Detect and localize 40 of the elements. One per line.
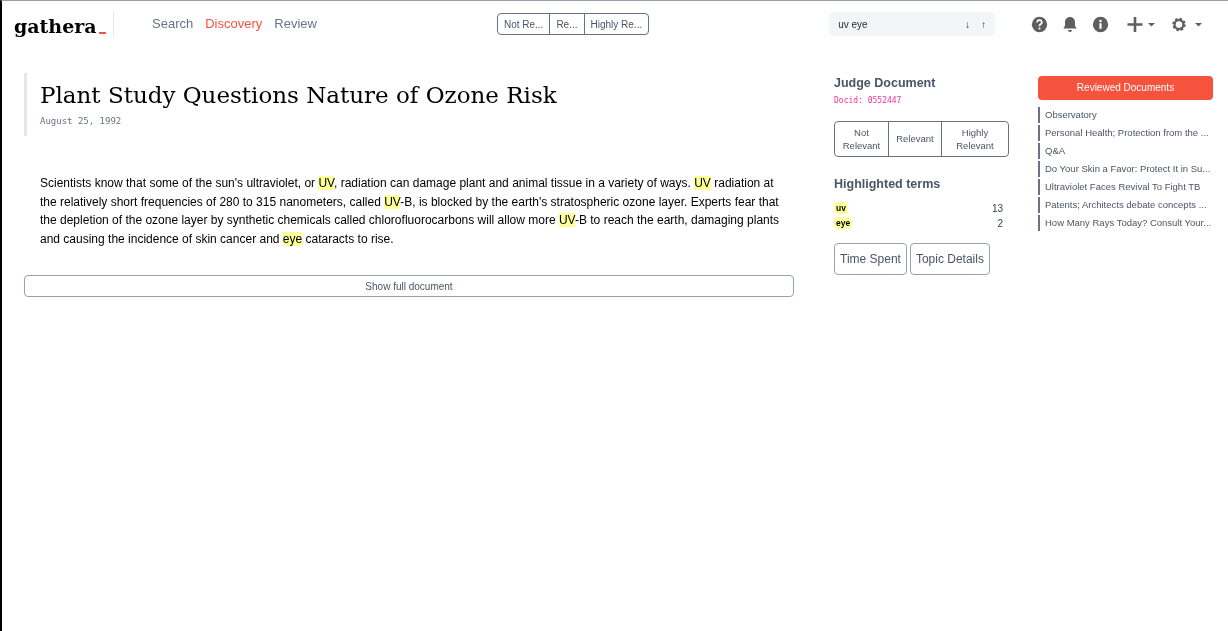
reviewed-document-link[interactable]: Ultraviolet Faces Revival To Fight TB <box>1038 178 1213 195</box>
document-id: Docid: 0552447 <box>834 94 903 107</box>
highlighted-terms-heading: Highlighted terms <box>834 175 942 193</box>
reviewed-document-link[interactable]: Observatory <box>1038 106 1213 123</box>
nav-link[interactable]: Review <box>274 14 317 34</box>
next-match-button[interactable]: ↑ <box>981 16 987 32</box>
nav-link[interactable]: Discovery <box>205 14 263 34</box>
nav-link[interactable]: Search <box>152 14 194 34</box>
judgment-button[interactable]: Highly Re... <box>583 14 649 34</box>
help-icon[interactable] <box>1031 15 1049 33</box>
bell-icon[interactable] <box>1062 15 1079 33</box>
relevance-button[interactable]: Not Relevant <box>835 121 888 156</box>
panel-button[interactable]: Time Spent <box>834 242 907 275</box>
reviewed-document-link[interactable]: Do Your Skin a Favor: Protect It in Su... <box>1038 160 1213 177</box>
relevance-button[interactable]: Relevant <box>888 121 941 156</box>
info-icon[interactable] <box>1092 15 1110 33</box>
previous-match-button[interactable]: ↓ <box>965 16 971 32</box>
settings-menu-icon[interactable] <box>1171 15 1205 33</box>
judge-document-heading: Judge Document <box>834 75 937 92</box>
reviewed-document-link[interactable]: How Many Rays Today? Consult Your... <box>1038 214 1213 231</box>
search-text: uv eye <box>838 17 869 32</box>
logo[interactable]: gathera <box>14 17 97 36</box>
judgment-button[interactable]: Not Re... <box>497 14 550 34</box>
relevance-button[interactable]: Highly Relevant <box>941 121 1008 156</box>
logo-cursor-mark <box>98 32 106 34</box>
reviewed-document-link[interactable]: Q&A <box>1038 142 1213 159</box>
highlighted-term: uv <box>834 201 848 215</box>
reviewed-document-link[interactable]: Patents; Architects debate concepts ... <box>1038 196 1213 213</box>
reviewed-document-link[interactable]: Personal Health; Protection from the ... <box>1038 124 1213 141</box>
term-count: 13 <box>991 201 1003 216</box>
show-full-document-button[interactable]: Show full document <box>24 275 794 298</box>
plus-menu-icon[interactable] <box>1127 15 1158 33</box>
panel-button[interactable]: Topic Details <box>909 242 990 275</box>
search-field[interactable]: uv eye ↓ ↑ <box>829 12 996 36</box>
highlighted-term: eye <box>834 216 853 230</box>
document-text: Scientists know that some of the sun's ultraviolet, or UV, radiation can damage plant and animal tissue in a variety of ways. UV radiation at the relatively short frequencies of 280 to 315 nanometers, called UV-B, is blocked by the earth's stratospheric ozone layer. Experts fear that the depletion of the ozone layer by synthetic chemicals called chlorofluorocarbons will allow more UV-B to reach the earth, damaging plants and causing the incidence of skin cancer and eye cataracts to rise. <box>40 175 781 248</box>
document-date: August 25, 1992 <box>40 114 123 128</box>
term-count: 2 <box>997 216 1003 231</box>
judgment-button[interactable]: Re... <box>549 14 584 34</box>
document-title: Plant Study Questions Nature of Ozone Risk <box>40 81 558 110</box>
